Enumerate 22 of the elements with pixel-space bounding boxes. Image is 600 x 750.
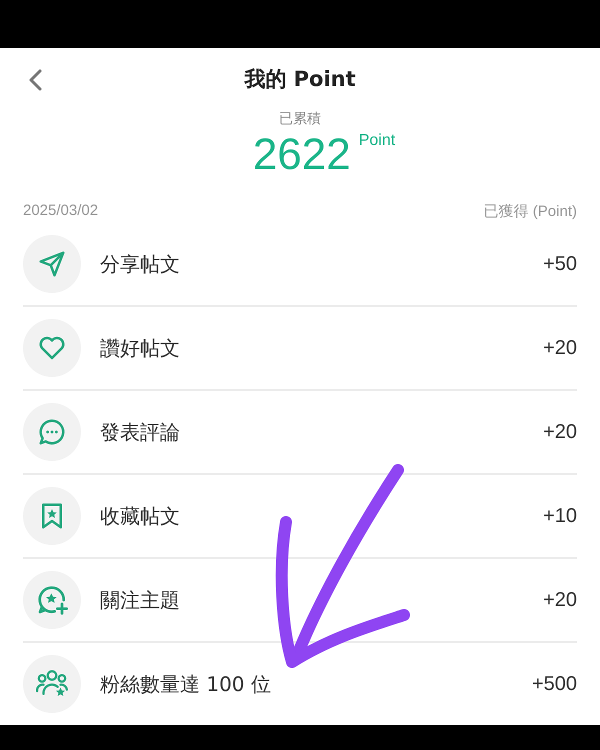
- activity-label: 發表評論: [100, 418, 181, 446]
- points-earned: +50: [543, 252, 577, 276]
- activity-label: 關注主題: [100, 586, 181, 614]
- date-label: 2025/03/02: [23, 202, 98, 221]
- points-earned: +10: [543, 504, 577, 528]
- chat-bubble-icon: [37, 417, 67, 447]
- paper-plane-icon: [37, 249, 67, 279]
- activity-label: 分享帖文: [100, 250, 181, 278]
- points-unit: Point: [358, 132, 396, 150]
- points-earned: +500: [532, 672, 577, 696]
- activity-label: 收藏帖文: [100, 502, 181, 530]
- points-earned: +20: [543, 336, 577, 360]
- page-title: 我的 Point: [244, 66, 356, 93]
- star-bubble-add-icon: [36, 584, 68, 616]
- points-earned: +20: [543, 588, 577, 612]
- activity-label: 讚好帖文: [100, 334, 181, 362]
- activity-label: 粉絲數量達 100 位: [100, 670, 272, 698]
- back-icon[interactable]: [28, 69, 42, 91]
- column-label: 已獲得 (Point): [484, 202, 577, 221]
- points-earned: +20: [543, 420, 577, 444]
- total-label: 已累積: [278, 110, 322, 129]
- points-total: 2622: [252, 130, 351, 180]
